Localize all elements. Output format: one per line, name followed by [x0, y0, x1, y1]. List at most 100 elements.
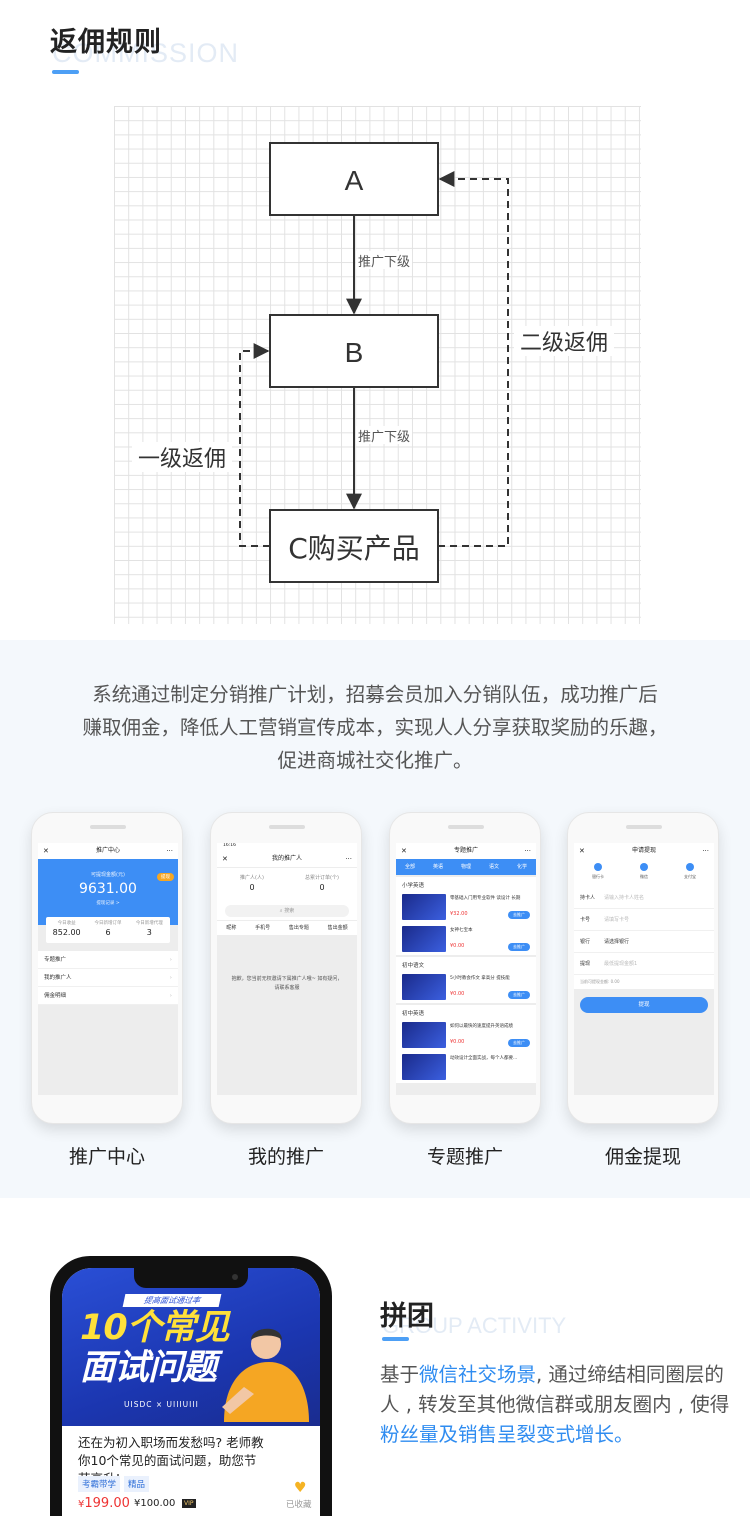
stat-key: 总累计订单(个): [305, 875, 339, 881]
method-wechat[interactable]: 微信: [640, 863, 648, 887]
withdraw-record-link[interactable]: 提现记录 >: [38, 900, 178, 906]
course-thumbnail: [402, 1054, 446, 1080]
intro-text: 系统通过制定分销推广计划，招募会员加入分销队伍，成功推广后 赚取佣金，降低人工营…: [40, 678, 710, 777]
close-icon[interactable]: ✕: [222, 851, 228, 867]
course-title: 女神七宝本: [450, 928, 473, 933]
column-header[interactable]: 昵称: [226, 921, 236, 935]
menu-item[interactable]: 专题推广: [38, 951, 178, 969]
headline-line: 面试问题: [80, 1348, 217, 1388]
stats-row: 推广人(人) 0 总累计订单(个) 0: [217, 868, 357, 902]
phone-screen: ✕ 推广中心 ··· 可提现金额(元) 9631.00 提现记录 > 提现 今日…: [38, 843, 178, 1095]
level1-path: [239, 343, 270, 547]
banner-tag: 提高面试通过率: [122, 1294, 222, 1307]
search-input[interactable]: ⌕ 搜索: [225, 905, 349, 917]
close-icon[interactable]: ✕: [579, 843, 585, 859]
stat-item: 总累计订单(个) 0: [287, 868, 357, 902]
bank-select[interactable]: 请选择银行: [604, 931, 629, 952]
stat-item: 推广人(人) 0: [217, 868, 287, 902]
withdraw-badge[interactable]: 提现: [157, 873, 174, 881]
stat-key: 今日新增代理: [135, 921, 163, 926]
more-icon[interactable]: ···: [166, 843, 173, 859]
close-icon[interactable]: ✕: [43, 843, 49, 859]
method-alipay[interactable]: 支付宝: [684, 863, 696, 887]
screen-header: ✕ 我的推广人 ···: [217, 851, 357, 867]
section-heading: 小学英语: [396, 877, 536, 891]
screen-header: ✕ 申请提现 ···: [574, 843, 714, 859]
menu-item[interactable]: 佣金明细: [38, 987, 178, 1005]
screen-title: 推广中心: [95, 847, 120, 854]
screen-title: 专题推广: [453, 847, 478, 854]
course-chip[interactable]: 考霸带学: [78, 1476, 121, 1492]
bank-card-icon: [594, 863, 602, 871]
field-label: 提现: [580, 961, 591, 967]
course-thumbnail: [402, 1022, 446, 1048]
course-price: ¥0.00: [450, 943, 465, 949]
phone-caption: 推广中心: [68, 1146, 145, 1168]
list-item: 动效设计全面实战，每个人都要...: [396, 1051, 536, 1083]
course-info: 还在为初入职场而发愁吗? 老师教你10个常见的面试问题，助您节节高升! 考霸带学…: [62, 1426, 320, 1518]
course-chip[interactable]: 精品: [124, 1476, 150, 1492]
price-value: 199.00: [84, 1496, 130, 1511]
list-item: 如何以最快的速度提升英语成绩 ¥0.00 去推广: [396, 1019, 536, 1051]
text-part: 基于: [380, 1363, 420, 1386]
list-item: 女神七宝本 ¥0.00 去推广: [396, 923, 536, 955]
method-label: 微信: [640, 874, 648, 879]
more-icon[interactable]: ···: [345, 851, 352, 867]
status-bar-time: 16:16: [217, 843, 357, 851]
column-header[interactable]: 售出金额: [328, 921, 348, 935]
tab-chemistry[interactable]: 化学: [517, 859, 527, 875]
course-thumbnail: [402, 894, 446, 920]
field-label: 持卡人: [580, 895, 596, 901]
text-highlight: 粉丝量及销售呈裂变式增长: [380, 1423, 615, 1446]
more-icon[interactable]: ···: [524, 843, 531, 859]
phone-caption: 我的推广: [247, 1146, 324, 1168]
withdraw-submit-button[interactable]: 提现: [580, 997, 708, 1013]
field-label: 卡号: [580, 917, 591, 923]
close-icon[interactable]: ✕: [401, 843, 407, 859]
course-banner[interactable]: 提高面试通过率 10个常见 面试问题 UISDC × UIIIUIII: [62, 1268, 320, 1426]
form-row[interactable]: 提现 最低提现金额1: [574, 953, 714, 975]
tab-physics[interactable]: 物理: [461, 859, 471, 875]
screen-title: 我的推广人: [271, 855, 302, 862]
screen-header: ✕ 专题推广 ···: [396, 843, 536, 859]
tab-all[interactable]: 全部: [405, 859, 415, 875]
search-bar: ⌕ 搜索: [217, 902, 357, 920]
heart-icon[interactable]: ♥: [294, 1480, 307, 1496]
tab-english[interactable]: 英语: [433, 859, 443, 875]
stat-value: 0: [319, 883, 325, 892]
screen-title: 申请提现: [631, 847, 656, 854]
form-row[interactable]: 银行 请选择银行: [574, 931, 714, 953]
promote-button[interactable]: 去推广: [508, 991, 530, 999]
tab-chinese[interactable]: 语文: [489, 859, 499, 875]
alipay-icon: [686, 863, 694, 871]
phone-screen: ✕ 专题推广 ··· 全部 英语 物理 语文 化学 小学英语 零基础入门用专业软…: [396, 843, 536, 1095]
phone-promo-center: ✕ 推广中心 ··· 可提现金额(元) 9631.00 提现记录 > 提现 今日…: [31, 812, 183, 1124]
balance-card: 可提现金额(元) 9631.00 提现记录 > 提现: [38, 859, 178, 925]
promote-button[interactable]: 去推广: [508, 1039, 530, 1047]
cardholder-input[interactable]: 请输入持卡人姓名: [604, 887, 644, 908]
section-heading: 初中英语: [396, 1005, 536, 1019]
stats-row: 今日收益 852.00 今日新增订单 6 今日新增代理 3: [46, 917, 170, 943]
column-header[interactable]: 售出专题: [289, 921, 309, 935]
promote-button[interactable]: 去推广: [508, 911, 530, 919]
menu-list: 专题推广 我的推广人 佣金明细: [38, 951, 178, 1005]
phone-speaker: [626, 825, 662, 829]
banner-brand: UISDC × UIIIUIII: [124, 1400, 199, 1409]
course-title: 5小时教会作文 拿高分 提技能: [450, 976, 510, 981]
menu-item[interactable]: 我的推广人: [38, 969, 178, 987]
column-header[interactable]: 手机号: [255, 921, 270, 935]
course-price: ¥32.00: [450, 911, 468, 917]
course-title: 动效设计全面实战，每个人都要...: [450, 1056, 518, 1061]
headline-line: 10个常见: [80, 1308, 230, 1348]
card-number-input[interactable]: 请填写卡号: [604, 909, 629, 930]
amount-input[interactable]: 最低提现金额1: [604, 953, 637, 974]
phone-caption: 专题推广: [426, 1146, 503, 1168]
form-row[interactable]: 持卡人 请输入持卡人姓名: [574, 887, 714, 909]
more-icon[interactable]: ···: [702, 843, 709, 859]
empty-message: 抱歉，您当前无权邀请下属推广人哦~ 如有疑问，请联系客服: [231, 976, 343, 991]
vip-badge: VIP: [182, 1499, 196, 1508]
method-bank-card[interactable]: 银行卡: [592, 863, 604, 887]
phone-withdraw: ✕ 申请提现 ··· 银行卡 微信 支付宝 持卡人 请输入持卡人姓名 卡号 请填写卡…: [567, 812, 719, 1124]
promote-button[interactable]: 去推广: [508, 943, 530, 951]
form-row[interactable]: 卡号 请填写卡号: [574, 909, 714, 931]
